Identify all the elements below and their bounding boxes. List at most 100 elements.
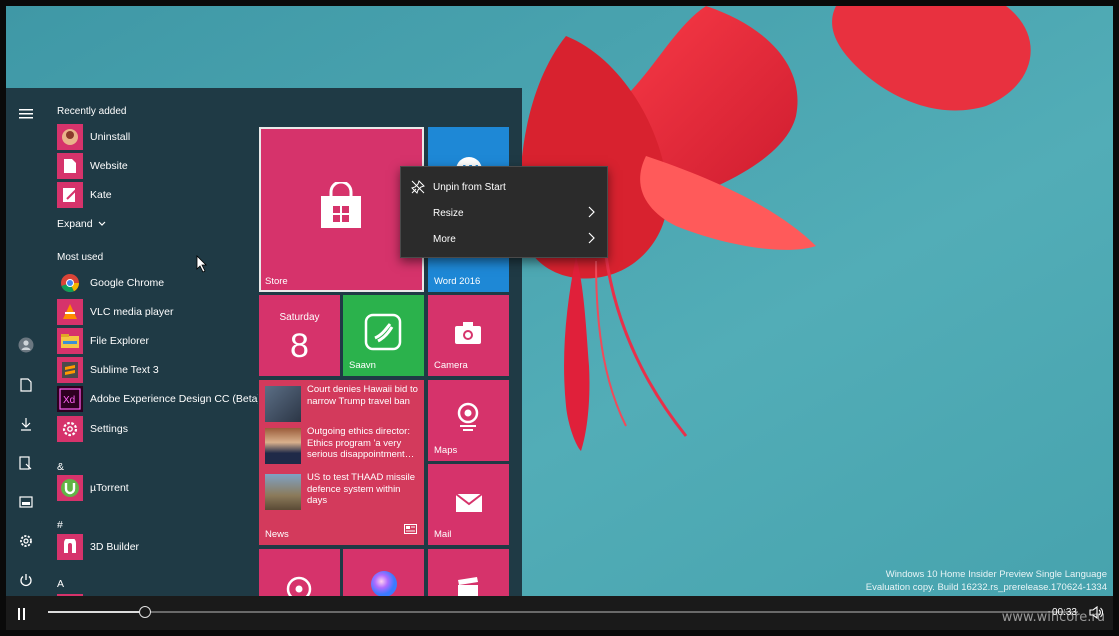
gear-icon [57,416,83,442]
news-item[interactable]: Outgoing ethics director: Ethics program… [265,426,417,464]
vlc-icon [57,299,83,325]
network-icon[interactable] [14,490,38,514]
seek-handle[interactable] [138,606,151,618]
folder-icon [57,328,83,354]
app-label: Website [90,160,128,172]
app-3d-builder[interactable]: 3D Builder [57,534,139,560]
app-website[interactable]: Website [57,153,128,179]
chrome-icon [57,270,83,296]
tile-mail[interactable]: Mail [428,464,509,545]
store-bag-icon [317,180,365,235]
saavn-icon [364,313,402,356]
kate-icon [57,182,83,208]
gear-icon[interactable] [14,529,38,553]
chevron-right-icon [588,206,595,221]
app-utorrent[interactable]: µTorrent [57,475,129,501]
tile-camera[interactable]: Camera [428,295,509,376]
windows-watermark: Windows 10 Home Insider Preview Single L… [866,568,1107,594]
context-menu: Unpin from Start Resize More [400,166,608,258]
camera-icon [454,321,482,350]
group-header-a[interactable]: A [57,578,64,590]
calendar-date: 8 [290,327,309,365]
group-header-hash[interactable]: # [57,519,63,531]
app-vlc[interactable]: VLC media player [57,299,173,325]
app-settings[interactable]: Settings [57,416,128,442]
pause-icon[interactable] [18,607,26,625]
tile-label: Mail [434,529,452,540]
app-label: 3D Builder [90,541,140,553]
most-used-header: Most used [57,252,104,263]
news-item[interactable]: Court denies Hawaii bid to narrow Trump … [265,384,418,422]
sublime-icon [57,357,83,383]
news-headline: US to test THAAD missile defence system … [307,472,416,506]
tile-label: Word 2016 [434,276,481,287]
app-label: Sublime Text 3 [90,364,159,376]
news-thumbnail [265,428,301,464]
menu-item-more[interactable]: More [401,226,607,252]
start-rail [6,88,46,604]
app-sublime[interactable]: Sublime Text 3 [57,357,159,383]
app-label: µTorrent [90,482,129,494]
pictures-icon[interactable] [14,451,38,475]
news-headline: Court denies Hawaii bid to narrow Trump … [307,384,418,407]
seek-bar[interactable] [48,611,1078,613]
menu-item-label: Unpin from Start [433,181,506,193]
app-label: Uninstall [90,131,131,143]
news-headline: Outgoing ethics director: Ethics program… [307,426,415,460]
power-icon[interactable] [14,568,38,592]
news-icon [404,521,417,539]
watermark-line: Windows 10 Home Insider Preview Single L… [885,569,1107,580]
calendar-day: Saturday [279,312,320,323]
expand-label: Expand [57,218,93,230]
tile-label: News [265,529,289,540]
seek-progress [48,611,145,613]
app-file-explorer[interactable]: File Explorer [57,328,149,354]
tile-calendar[interactable]: Saturday 8 [259,295,340,376]
watermark-line: Evaluation copy. Build 16232.rs_prerelea… [865,582,1107,593]
app-label: VLC media player [90,306,174,318]
chevron-down-icon [98,218,106,230]
menu-item-label: Resize [433,207,464,219]
mail-icon [455,493,483,518]
unpin-icon [411,180,425,197]
tile-label: Store [265,276,288,287]
utorrent-icon [57,475,83,501]
site-watermark: www.wincore.ru [1001,610,1105,625]
adobe-xd-icon: Xd [57,386,83,412]
desktop: Recently added Uninstall Website Kate Ex… [6,6,1113,628]
app-label: Google Chrome [90,277,165,289]
app-kate[interactable]: Kate [57,182,112,208]
tile-label: Saavn [349,360,376,371]
app-uninstall[interactable]: Uninstall [57,124,130,150]
uninstall-icon [57,124,83,150]
app-adobe-xd[interactable]: Xd Adobe Experience Design CC (Beta) [57,386,258,412]
3d-builder-icon [57,534,83,560]
app-label: Kate [90,189,112,201]
downloads-icon[interactable] [14,412,38,436]
chevron-right-icon [588,232,595,247]
svg-text:Xd: Xd [63,395,75,406]
news-item[interactable]: US to test THAAD missile defence system … [265,472,417,510]
app-list: Recently added Uninstall Website Kate Ex… [46,88,258,604]
user-avatar-icon[interactable] [14,333,38,357]
app-label: Settings [90,423,128,435]
app-label: Adobe Experience Design CC (Beta) [90,393,258,405]
expand-button[interactable]: Expand [57,213,106,235]
tile-maps[interactable]: Maps [428,380,509,461]
menu-item-unpin[interactable]: Unpin from Start [401,174,607,200]
hamburger-icon[interactable] [14,102,38,126]
tile-saavn[interactable]: Saavn [343,295,424,376]
maps-icon [455,402,481,437]
website-icon [57,153,83,179]
news-thumbnail [265,386,301,422]
recently-added-header: Recently added [57,106,127,117]
menu-item-resize[interactable]: Resize [401,200,607,226]
group-header-amp[interactable]: & [57,461,64,473]
app-label: File Explorer [90,335,149,347]
documents-icon[interactable] [14,373,38,397]
mouse-pointer-icon [196,255,208,278]
tile-label: Camera [434,360,468,371]
tile-label: Maps [434,445,458,456]
app-google-chrome[interactable]: Google Chrome [57,270,164,296]
tile-news[interactable]: Court denies Hawaii bid to narrow Trump … [259,380,424,545]
